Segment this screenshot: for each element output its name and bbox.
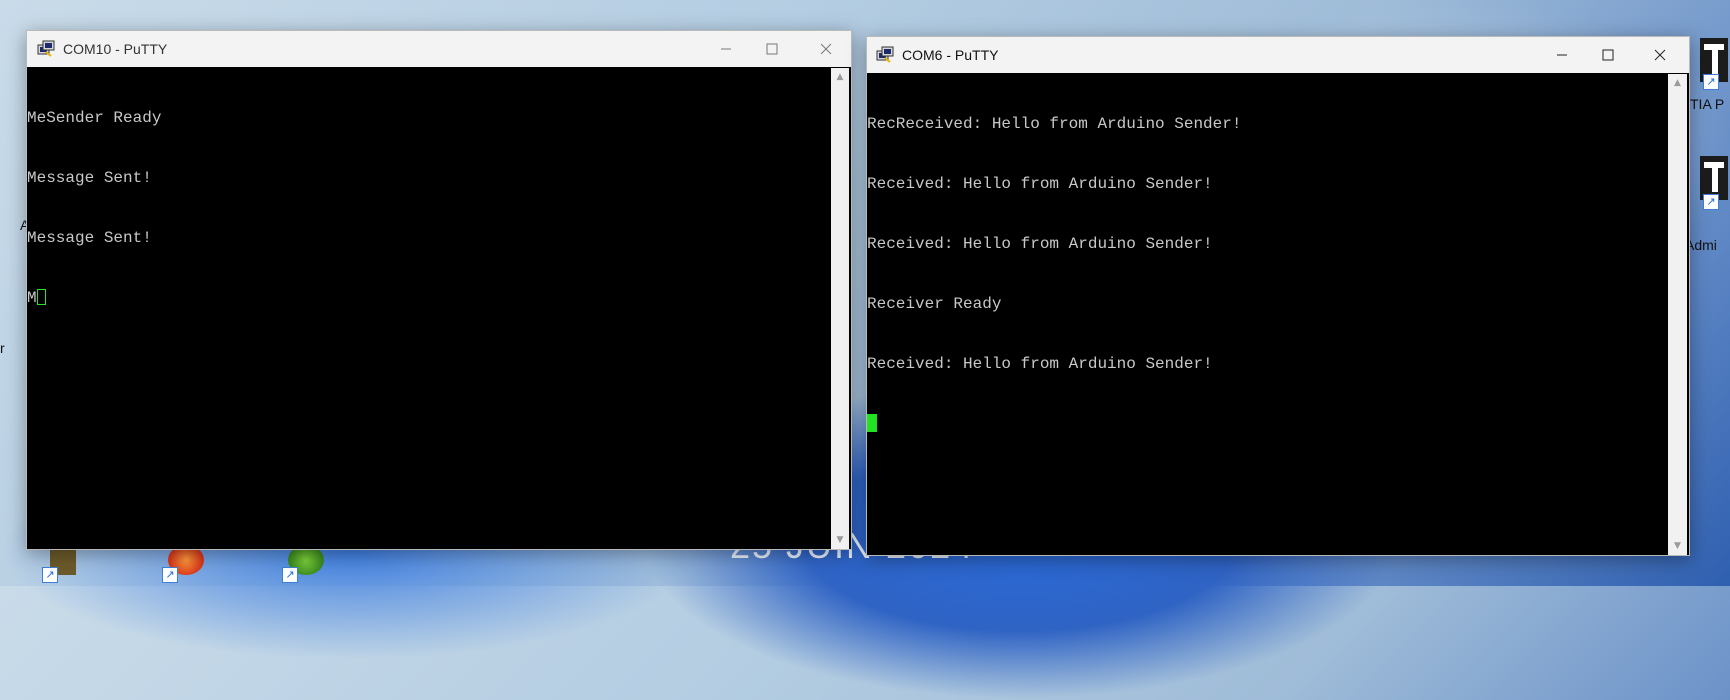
terminal-output[interactable]: RecReceived: Hello from Arduino Sender! … — [867, 74, 1668, 555]
terminal-line: Received: Hello from Arduino Sender! — [867, 175, 1213, 193]
putty-window-com10[interactable]: COM10 - PuTTY MeSender Ready Message Sen… — [26, 30, 852, 550]
terminal-line: Received: Hello from Arduino Sender! — [867, 355, 1213, 373]
minimize-icon — [1557, 54, 1567, 56]
terminal-prompt-text: M — [27, 289, 37, 307]
desktop-shortcut-icon[interactable]: ↗ — [160, 545, 210, 585]
maximize-button[interactable] — [749, 31, 795, 67]
shortcut-arrow-icon: ↗ — [1703, 194, 1719, 210]
vertical-scrollbar[interactable]: ▲ ▼ — [831, 68, 849, 549]
scroll-up-arrow-icon[interactable]: ▲ — [1668, 78, 1687, 88]
close-icon — [1654, 49, 1666, 61]
desktop-shortcut-icon[interactable]: ↗ — [280, 545, 330, 585]
desktop-icon-tia-portal[interactable]: ↗ TIA P — [1690, 30, 1730, 120]
shortcut-arrow-icon: ↗ — [1703, 74, 1719, 90]
vertical-scrollbar[interactable]: ▲ ▼ — [1668, 74, 1687, 555]
close-button[interactable] — [803, 31, 849, 67]
scroll-down-arrow-icon[interactable]: ▼ — [1668, 541, 1687, 551]
scroll-up-arrow-icon[interactable]: ▲ — [831, 72, 849, 82]
terminal-prompt-line: M — [27, 288, 831, 308]
terminal-line: Message Sent! — [27, 169, 152, 187]
terminal-cursor — [36, 289, 46, 305]
shortcut-arrow-icon: ↗ — [282, 567, 298, 583]
minimize-button[interactable] — [1539, 37, 1585, 73]
desktop-icon-admin[interactable]: ↗ Admi — [1685, 150, 1730, 253]
terminal-line: Message Sent! — [27, 229, 152, 247]
close-button[interactable] — [1637, 37, 1683, 73]
maximize-icon — [1602, 49, 1614, 61]
desktop-icon-label: r — [0, 340, 5, 356]
terminal-prompt-line — [867, 414, 1668, 434]
maximize-icon — [766, 43, 778, 55]
terminal-cursor — [867, 414, 877, 432]
scroll-down-arrow-icon[interactable]: ▼ — [831, 535, 849, 545]
desktop-shortcut-icon[interactable]: ↗ — [40, 545, 90, 585]
minimize-button[interactable] — [703, 31, 749, 67]
putty-window-com6[interactable]: COM6 - PuTTY RecReceived: Hello from Ard… — [866, 36, 1690, 556]
terminal-output[interactable]: MeSender Ready Message Sent! Message Sen… — [27, 68, 831, 549]
terminal-line: MeSender Ready — [27, 109, 162, 127]
window-titlebar[interactable]: COM6 - PuTTY — [867, 37, 1689, 73]
desktop-icon-label: TIA P — [1690, 96, 1725, 112]
terminal-line: Received: Hello from Arduino Sender! — [867, 235, 1213, 253]
minimize-icon — [721, 48, 731, 50]
putty-icon — [37, 40, 55, 57]
shortcut-arrow-icon: ↗ — [162, 567, 178, 583]
window-titlebar[interactable]: COM10 - PuTTY — [27, 31, 851, 67]
window-title: COM6 - PuTTY — [902, 47, 999, 63]
close-icon — [820, 43, 832, 55]
terminal-line: RecReceived: Hello from Arduino Sender! — [867, 115, 1242, 133]
shortcut-arrow-icon: ↗ — [42, 567, 58, 583]
terminal-line: Receiver Ready — [867, 295, 1002, 313]
window-title: COM10 - PuTTY — [63, 41, 168, 57]
putty-icon — [876, 46, 894, 63]
maximize-button[interactable] — [1585, 37, 1631, 73]
